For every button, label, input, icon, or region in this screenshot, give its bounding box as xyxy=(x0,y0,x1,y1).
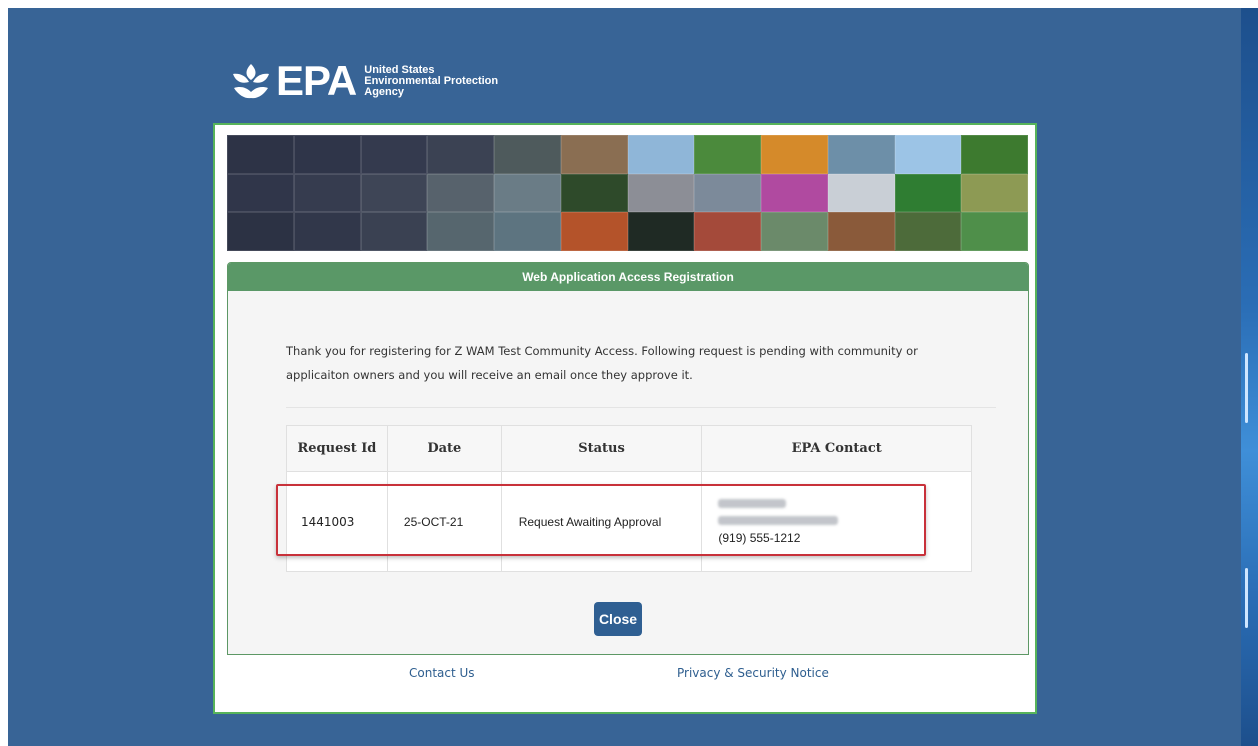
panel-title: Web Application Access Registration xyxy=(228,263,1028,291)
registration-message: Thank you for registering for Z WAM Test… xyxy=(286,344,918,382)
highlight-box xyxy=(276,484,926,556)
privacy-notice-link[interactable]: Privacy & Security Notice xyxy=(677,666,829,680)
header-request-id: Request Id xyxy=(286,425,388,472)
close-button[interactable]: Close xyxy=(594,602,642,636)
header-epa-contact: EPA Contact xyxy=(701,425,972,472)
contact-us-link[interactable]: Contact Us xyxy=(409,666,475,680)
registration-panel: Web Application Access Registration Than… xyxy=(227,262,1029,655)
table-header-row: Request Id Date Status EPA Contact xyxy=(286,425,972,472)
epa-flower-icon xyxy=(233,64,269,99)
divider xyxy=(286,407,996,408)
desktop-edge xyxy=(1241,8,1258,746)
nature-photo-banner xyxy=(227,135,1028,251)
header-date: Date xyxy=(386,425,502,472)
epa-logo: EPA United States Environmental Protecti… xyxy=(230,60,498,102)
header-status: Status xyxy=(500,425,703,472)
epa-wordmark: EPA xyxy=(276,57,357,104)
registration-card: Web Application Access Registration Than… xyxy=(213,123,1037,714)
agency-name: United States Environmental Protection A… xyxy=(364,63,499,98)
